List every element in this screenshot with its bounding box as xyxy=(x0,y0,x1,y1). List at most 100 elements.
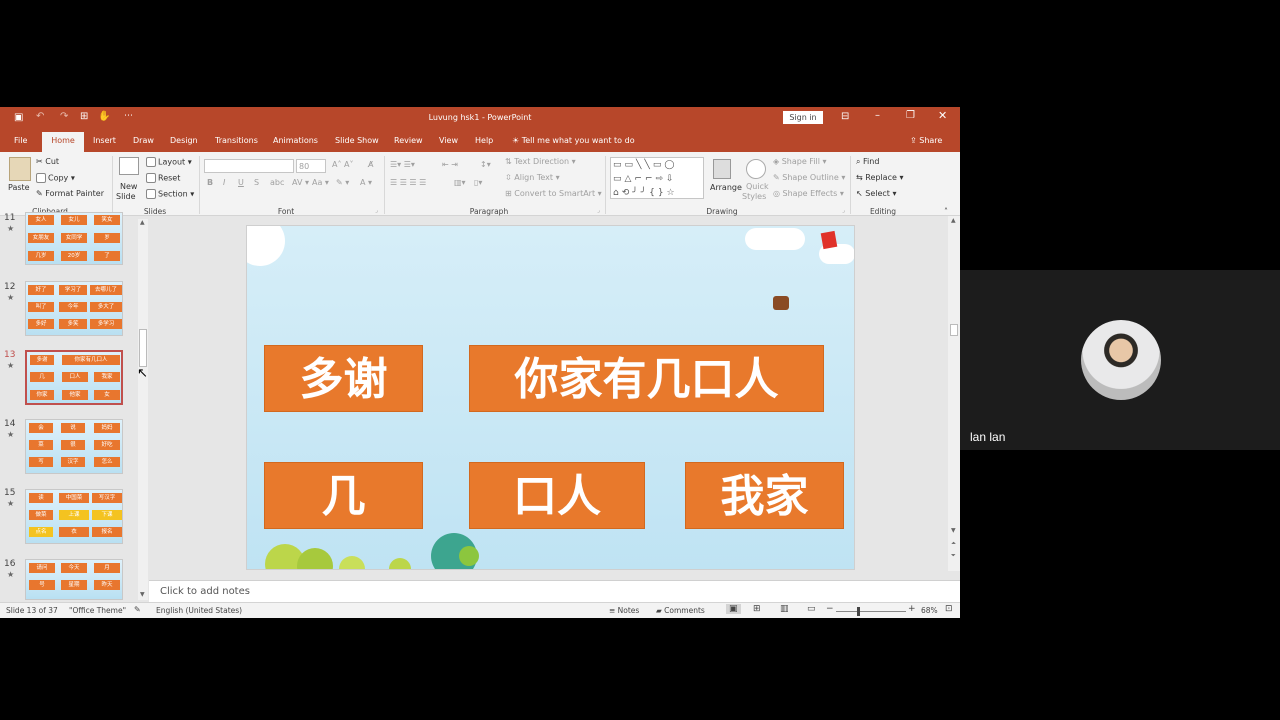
previous-slide-icon[interactable]: ⏶ xyxy=(951,540,956,548)
scroll-down-icon[interactable]: ▼ xyxy=(140,591,145,598)
new-slide-icon[interactable] xyxy=(119,157,139,175)
zoom-in-icon[interactable]: + xyxy=(908,604,916,614)
slide-thumbnail-14[interactable]: 会 说 妈妈 菜 很 好吃 写 汉字 怎么 xyxy=(25,419,123,474)
bold-button[interactable]: B xyxy=(207,178,213,187)
thumbnail-scrollbar[interactable]: ▲ ▼ xyxy=(138,219,148,600)
slide-thumbnail-12[interactable]: 好了 学习了 去哪儿了 叫了 今年 多大了 多好 多笑 多学习 xyxy=(25,281,123,336)
quick-styles-icon[interactable] xyxy=(746,159,766,179)
shape-fill-button[interactable]: ◈ Shape Fill ▾ xyxy=(773,157,827,166)
grow-font-icon[interactable]: A˄ A˅ xyxy=(332,160,354,169)
fit-to-window-icon[interactable]: ⊡ xyxy=(945,604,953,614)
highlight-icon[interactable]: ✎ ▾ xyxy=(336,178,349,187)
align-text-button[interactable]: ⇳ Align Text ▾ xyxy=(505,173,560,182)
tab-transitions[interactable]: Transitions xyxy=(215,136,258,145)
paste-button[interactable]: Paste xyxy=(8,183,30,192)
replace-button[interactable]: ⇆ Replace ▾ xyxy=(856,173,903,182)
zoom-level[interactable]: 68% xyxy=(921,606,938,615)
word-card-duoxie[interactable]: 多谢 xyxy=(264,345,423,412)
tab-home[interactable]: Home xyxy=(42,132,84,152)
convert-smartart-button[interactable]: ⊞ Convert to SmartArt ▾ xyxy=(505,189,602,198)
next-slide-icon[interactable]: ⏷ xyxy=(951,552,956,560)
quick-styles-line2[interactable]: Styles xyxy=(742,192,766,201)
new-slide-button-line2[interactable]: Slide xyxy=(116,192,136,201)
tab-help[interactable]: Help xyxy=(475,136,493,145)
line-spacing-icon[interactable]: ↕▾ xyxy=(480,160,491,169)
reset-button[interactable]: Reset xyxy=(146,173,180,183)
spell-check-icon[interactable]: ✎ xyxy=(134,605,141,614)
scroll-up-icon[interactable]: ▲ xyxy=(140,219,145,226)
slide-sorter-icon[interactable]: ⊞ xyxy=(753,604,761,614)
slide-thumbnail-11[interactable]: 女人 女儿 笑女 女朋友 女同学 岁 几岁 20岁 了 xyxy=(25,212,123,265)
shadow-button[interactable]: S xyxy=(254,178,259,187)
scroll-up-icon[interactable]: ▲ xyxy=(951,217,956,224)
close-icon[interactable]: ✕ xyxy=(938,109,947,122)
collapse-ribbon-icon[interactable]: ˄ xyxy=(944,207,948,216)
tab-review[interactable]: Review xyxy=(394,136,423,145)
tab-view[interactable]: View xyxy=(439,136,458,145)
select-button[interactable]: ↖ Select ▾ xyxy=(856,189,897,198)
indent-icons[interactable]: ⇤ ⇥ xyxy=(442,160,458,169)
strikethrough-button[interactable]: abc xyxy=(270,178,284,187)
language-indicator[interactable]: English (United States) xyxy=(156,606,242,615)
slide-thumbnail-15[interactable]: 读 中国菜 写汉字 做菜 上课 下课 点名 衣 报名 xyxy=(25,489,123,544)
comments-toggle[interactable]: ▰ Comments xyxy=(656,606,705,615)
minimize-icon[interactable]: – xyxy=(875,110,880,121)
font-dialog-launcher-icon[interactable]: ⌟ xyxy=(375,207,378,214)
zoom-slider-thumb[interactable] xyxy=(857,607,860,616)
word-card-kouren[interactable]: 口人 xyxy=(469,462,645,529)
section-button[interactable]: Section ▾ xyxy=(146,189,194,199)
shapes-gallery[interactable]: ▭▭╲╲▭◯ ▭△⌐⌐⇨⇩ ⌂⟲╯╯{}☆ xyxy=(610,157,704,199)
notes-pane[interactable]: Click to add notes xyxy=(149,580,960,602)
text-direction-button[interactable]: ⇅ Text Direction ▾ xyxy=(505,157,576,166)
ribbon-display-options-icon[interactable]: ⊟ xyxy=(841,111,849,122)
alignment-icons[interactable]: ☰ ☰ ☰ ☰ xyxy=(390,178,426,187)
zoom-out-icon[interactable]: − xyxy=(826,604,834,614)
copy-button[interactable]: Copy ▾ xyxy=(36,173,75,183)
drawing-dialog-launcher-icon[interactable]: ⌟ xyxy=(842,207,845,214)
share-button[interactable]: ⇪ Share xyxy=(910,136,942,145)
word-card-ji[interactable]: 几 xyxy=(264,462,423,529)
shape-outline-button[interactable]: ✎ Shape Outline ▾ xyxy=(773,173,845,182)
font-color-icon[interactable]: A ▾ xyxy=(360,178,372,187)
slide-thumbnail-13[interactable]: 多谢 你家有几口人 几 口人 我家 你家 他家 女 xyxy=(25,350,123,405)
tab-design[interactable]: Design xyxy=(170,136,198,145)
char-spacing-icon[interactable]: AV ▾ xyxy=(292,178,309,187)
columns-icon[interactable]: ▥▾ xyxy=(454,178,466,187)
layout-button[interactable]: Layout ▾ xyxy=(146,157,192,167)
notes-toggle[interactable]: ≡ Notes xyxy=(609,606,639,615)
format-painter-button[interactable]: ✎ Format Painter xyxy=(36,189,104,198)
arrange-icon[interactable] xyxy=(713,159,731,179)
arrange-button[interactable]: Arrange xyxy=(710,183,742,192)
bullets-icon[interactable]: ☰▾ ☰▾ xyxy=(390,160,415,169)
italic-button[interactable]: I xyxy=(223,178,225,187)
tab-draw[interactable]: Draw xyxy=(133,136,154,145)
font-name-field[interactable] xyxy=(204,159,294,173)
slide-scrollbar[interactable]: ▲ ▼ ⏶ ⏷ xyxy=(948,216,960,571)
font-size-field[interactable]: 80 xyxy=(296,159,326,173)
paragraph-dialog-launcher-icon[interactable]: ⌟ xyxy=(597,207,600,214)
tell-me-box[interactable]: ☀ Tell me what you want to do xyxy=(512,136,635,145)
clear-format-icon[interactable]: A̸ xyxy=(368,160,373,169)
cut-button[interactable]: ✂ Cut xyxy=(36,157,59,166)
scroll-thumb[interactable] xyxy=(950,324,958,336)
word-card-wojia[interactable]: 我家 xyxy=(685,462,844,529)
maximize-icon[interactable]: ❐ xyxy=(906,110,915,121)
find-button[interactable]: ⌕ Find xyxy=(856,157,879,167)
new-slide-button-line1[interactable]: New xyxy=(120,182,137,191)
change-case-icon[interactable]: Aa ▾ xyxy=(312,178,329,187)
normal-view-icon[interactable]: ▣ xyxy=(726,604,741,614)
slide-13[interactable]: 多谢 你家有几口人 几 口人 我家 你家 他家 女 xyxy=(246,225,855,570)
tab-slide-show[interactable]: Slide Show xyxy=(335,136,379,145)
zoom-slider[interactable] xyxy=(836,611,906,612)
quick-styles-line1[interactable]: Quick xyxy=(746,182,769,191)
word-card-nijia-youji-kouren[interactable]: 你家有几口人 xyxy=(469,345,824,412)
underline-button[interactable]: U xyxy=(238,178,244,187)
shape-effects-button[interactable]: ◎ Shape Effects ▾ xyxy=(773,189,844,198)
columns-icon-2[interactable]: ▯▾ xyxy=(474,178,482,187)
slide-thumbnail-16[interactable]: 请问 今天 月 号 星期 昨天 xyxy=(25,559,123,600)
scroll-thumb[interactable] xyxy=(139,329,147,367)
scroll-down-icon[interactable]: ▼ xyxy=(951,527,956,534)
paste-icon[interactable] xyxy=(9,157,31,181)
sign-in-button[interactable]: Sign in xyxy=(783,111,823,124)
tab-file[interactable]: File xyxy=(14,136,27,145)
